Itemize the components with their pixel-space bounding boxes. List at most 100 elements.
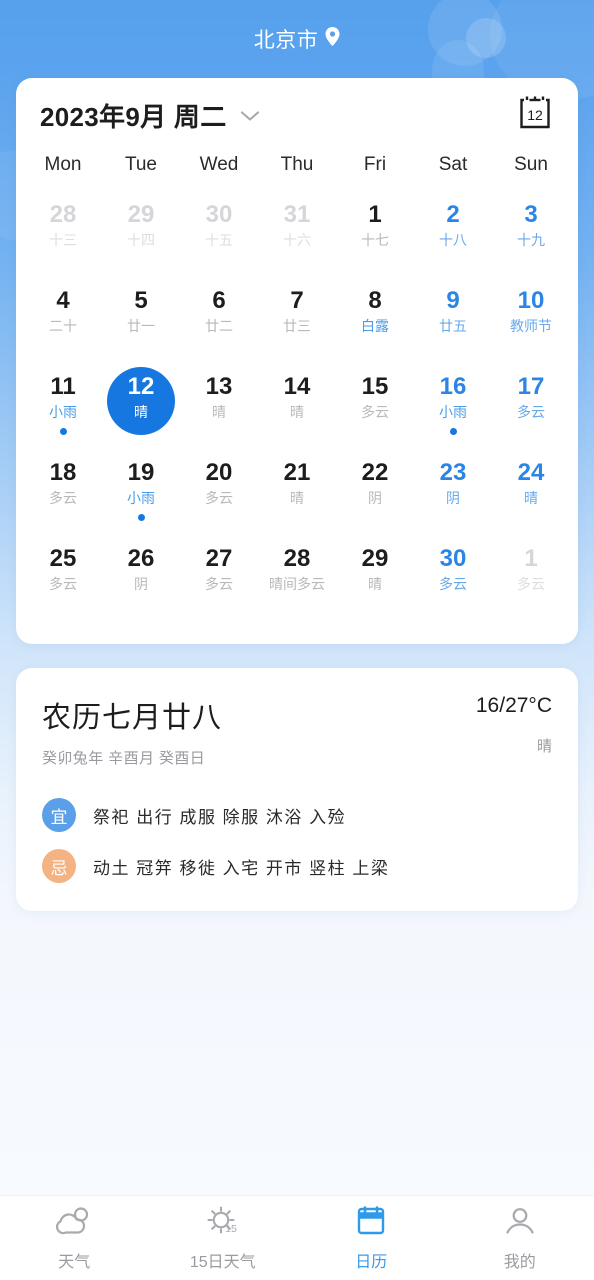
calendar-day-7[interactable]: 7 廿三 (258, 278, 336, 364)
day-sublabel: 小雨 (49, 404, 77, 420)
calendar-day-16[interactable]: 16 小雨 (414, 364, 492, 450)
day-number: 4 (56, 287, 70, 314)
city-label[interactable]: 北京市 (254, 24, 319, 54)
weekday-label: Fri (363, 154, 387, 175)
day-number: 29 (127, 201, 155, 228)
calendar-day-19[interactable]: 19 小雨 (102, 450, 180, 536)
day-sublabel: 阴 (368, 490, 382, 506)
calendar-day-1[interactable]: 1 十七 (336, 192, 414, 278)
calendar-day-11[interactable]: 11 小雨 (24, 364, 102, 450)
calendar-day-12[interactable]: 12 晴 (102, 364, 180, 450)
yi-row[interactable]: 宜 祭祀 出行 成服 除服 沐浴 入殓 (42, 798, 552, 832)
ji-row[interactable]: 忌 动土 冠笄 移徙 入宅 开市 竖柱 上梁 (42, 849, 552, 883)
calendar-day-21[interactable]: 21 晴 (258, 450, 336, 536)
weather-condition: 晴 (536, 738, 552, 755)
svg-text:12: 12 (527, 107, 543, 123)
day-sublabel: 廿五 (439, 318, 467, 334)
day-number: 26 (127, 545, 155, 572)
day-number: 8 (368, 287, 382, 314)
calendar-card: 2023年9月 周二 12 Mon Tue Wed Thu Fri Sat Su… (16, 78, 578, 644)
calendar-day-5[interactable]: 5 廿一 (102, 278, 180, 364)
weekday-label: Thu (280, 154, 314, 175)
yiji-section: 宜 祭祀 出行 成服 除服 沐浴 入殓 忌 动土 冠笄 移徙 入宅 开市 竖柱 … (42, 798, 552, 883)
day-sublabel: 小雨 (127, 490, 155, 506)
day-number: 24 (517, 459, 545, 486)
almanac-summary-row: 农历七月廿八 癸卯兔年 辛酉月 癸酉日 16/27°C 晴 (42, 694, 552, 768)
day-number: 12 (127, 373, 155, 400)
calendar-day-31[interactable]: 31 十六 (258, 192, 336, 278)
nav-item-weather[interactable]: 天气 (0, 1196, 149, 1280)
yi-items: 祭祀 出行 成服 除服 沐浴 入殓 (93, 807, 347, 827)
calendar-day-30[interactable]: 30 十五 (180, 192, 258, 278)
calendar-day-23[interactable]: 23 阴 (414, 450, 492, 536)
bottom-nav: 天气 15 15日天气 日历 我的 (0, 1195, 594, 1280)
calendar-day-8[interactable]: 8 白露 (336, 278, 414, 364)
temperature-range: 16/27°C (475, 694, 552, 717)
almanac-card: 农历七月廿八 癸卯兔年 辛酉月 癸酉日 16/27°C 晴 宜 祭祀 出行 成服… (16, 668, 578, 911)
chevron-down-icon[interactable] (240, 109, 260, 127)
calendar-day-17[interactable]: 17 多云 (492, 364, 570, 450)
day-number: 2 (446, 201, 460, 228)
day-number: 19 (127, 459, 155, 486)
day-number: 30 (439, 545, 467, 572)
calendar-day-22[interactable]: 22 阴 (336, 450, 414, 536)
calendar-day-9[interactable]: 9 廿五 (414, 278, 492, 364)
calendar-day-28[interactable]: 28 晴间多云 (258, 536, 336, 622)
calendar-day-13[interactable]: 13 晴 (180, 364, 258, 450)
day-sublabel: 阴 (134, 576, 148, 592)
day-sublabel: 晴 (368, 576, 382, 592)
calendar-day-29[interactable]: 29 十四 (102, 192, 180, 278)
almanac-lunar-block: 农历七月廿八 癸卯兔年 辛酉月 癸酉日 (42, 694, 222, 768)
calendar-day-25[interactable]: 25 多云 (24, 536, 102, 622)
calendar-day-26[interactable]: 26 阴 (102, 536, 180, 622)
day-number: 28 (283, 545, 311, 572)
yi-badge: 宜 (42, 798, 76, 832)
nav-item-15day-weather[interactable]: 15 15日天气 (149, 1196, 298, 1280)
day-sublabel: 阴 (446, 490, 460, 506)
day-event-dot (449, 428, 457, 435)
calendar-day-3[interactable]: 3 十九 (492, 192, 570, 278)
calendar-day-6[interactable]: 6 廿二 (180, 278, 258, 364)
weekday-label: Wed (199, 154, 239, 175)
calendar-day-30[interactable]: 30 多云 (414, 536, 492, 622)
nav-item-mine[interactable]: 我的 (446, 1196, 594, 1280)
calendar-day-2[interactable]: 2 十八 (414, 192, 492, 278)
day-number: 14 (283, 373, 311, 400)
day-sublabel: 二十 (49, 318, 77, 334)
calendar-day-27[interactable]: 27 多云 (180, 536, 258, 622)
calendar-day-10[interactable]: 10 教师节 (492, 278, 570, 364)
location-pin-icon[interactable] (325, 27, 340, 51)
day-number: 9 (446, 287, 460, 314)
calendar-day-1[interactable]: 1 多云 (492, 536, 570, 622)
top-bar: 北京市 (0, 0, 594, 78)
day-sublabel: 十六 (283, 232, 311, 248)
day-sublabel: 晴 (134, 404, 148, 420)
calendar-day-4[interactable]: 4 二十 (24, 278, 102, 364)
day-sublabel: 十八 (439, 232, 467, 248)
calendar-day-18[interactable]: 18 多云 (24, 450, 102, 536)
nav-item-calendar[interactable]: 日历 (297, 1196, 446, 1280)
day-number: 10 (517, 287, 545, 314)
day-sublabel: 晴间多云 (269, 576, 325, 592)
day-sublabel: 十四 (127, 232, 155, 248)
calendar-day-29[interactable]: 29 晴 (336, 536, 414, 622)
day-sublabel: 晴 (212, 404, 226, 420)
day-sublabel: 晴 (290, 404, 304, 420)
day-number: 27 (205, 545, 233, 572)
day-event-dot (137, 514, 145, 521)
day-sublabel: 多云 (517, 576, 545, 592)
day-sublabel: 廿一 (127, 318, 155, 334)
day-number: 5 (134, 287, 148, 314)
calendar-day-14[interactable]: 14 晴 (258, 364, 336, 450)
calendar-icon (351, 1205, 391, 1242)
day-sublabel: 多云 (439, 576, 467, 592)
calendar-header: 2023年9月 周二 12 (16, 78, 578, 152)
calendar-day-28[interactable]: 28 十三 (24, 192, 102, 278)
calendar-today-icon[interactable]: 12 (516, 94, 554, 137)
day-sublabel: 十三 (49, 232, 77, 248)
day-sublabel: 小雨 (439, 404, 467, 420)
calendar-day-24[interactable]: 24 晴 (492, 450, 570, 536)
calendar-title: 2023年9月 周二 (40, 101, 227, 132)
calendar-day-20[interactable]: 20 多云 (180, 450, 258, 536)
calendar-day-15[interactable]: 15 多云 (336, 364, 414, 450)
